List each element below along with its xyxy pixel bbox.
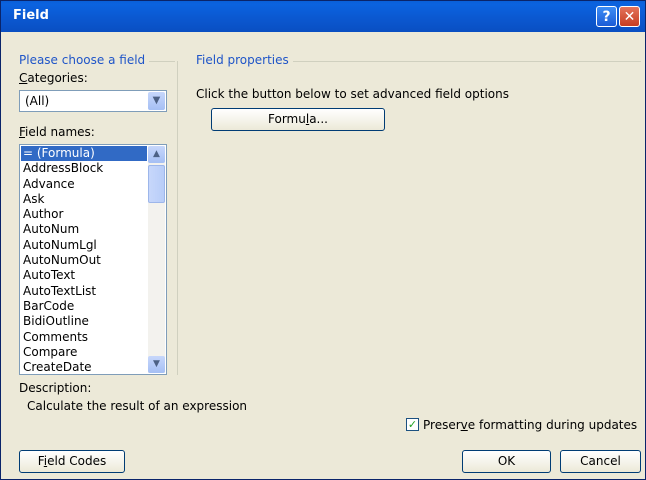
formula-button[interactable]: Formula... bbox=[211, 108, 385, 131]
window-title: Field bbox=[13, 8, 49, 23]
close-button[interactable]: ✕ bbox=[619, 6, 640, 27]
ok-button[interactable]: OK bbox=[462, 450, 551, 473]
close-icon: ✕ bbox=[623, 9, 636, 25]
list-item[interactable]: AutoNumLgl bbox=[21, 238, 147, 253]
field-options-instructions: Click the button below to set advanced f… bbox=[196, 87, 509, 101]
list-item[interactable]: AutoTextList bbox=[21, 284, 147, 299]
help-button[interactable]: ? bbox=[596, 6, 617, 27]
preserve-formatting-checkbox[interactable]: ✓ bbox=[406, 418, 419, 431]
categories-value: (All) bbox=[25, 94, 50, 108]
divider bbox=[293, 61, 641, 62]
list-item[interactable]: BidiOutline bbox=[21, 314, 147, 329]
checkmark-icon: ✓ bbox=[407, 418, 418, 431]
field-codes-button[interactable]: Field Codes bbox=[19, 450, 125, 473]
title-bar[interactable]: Field ? ✕ bbox=[1, 1, 645, 32]
categories-dropdown[interactable]: (All) ▼ bbox=[19, 90, 167, 112]
list-item[interactable]: Advance bbox=[21, 177, 147, 192]
list-item[interactable]: Comments bbox=[21, 330, 147, 345]
chevron-down-icon[interactable]: ▼ bbox=[148, 92, 165, 110]
field-properties-group-title: Field properties bbox=[196, 53, 289, 67]
cancel-button[interactable]: Cancel bbox=[560, 450, 641, 473]
divider bbox=[149, 61, 175, 62]
description-label: Description: bbox=[19, 381, 92, 395]
field-names-list[interactable]: = (Formula) AddressBlock Advance Ask Author A… bbox=[19, 144, 167, 375]
arrow-up-icon[interactable]: ▲ bbox=[148, 146, 165, 163]
field-names-label: Field names: bbox=[19, 125, 95, 139]
preserve-formatting-label[interactable]: Preserve formatting during updates bbox=[423, 418, 637, 432]
help-icon: ? bbox=[602, 9, 611, 25]
list-item[interactable]: CreateDate bbox=[21, 360, 147, 374]
list-item[interactable]: BarCode bbox=[21, 299, 147, 314]
description-text: Calculate the result of an expression bbox=[27, 399, 248, 413]
list-item[interactable]: Compare bbox=[21, 345, 147, 360]
arrow-down-icon[interactable]: ▼ bbox=[148, 356, 165, 373]
scrollbar-thumb[interactable] bbox=[148, 165, 165, 203]
list-item[interactable]: = (Formula) bbox=[21, 146, 147, 162]
list-item[interactable]: AddressBlock bbox=[21, 161, 147, 176]
choose-field-group-title: Please choose a field bbox=[19, 53, 146, 67]
field-dialog: Field ? ✕ Please choose a field Categori… bbox=[0, 0, 646, 480]
field-names-items: = (Formula) AddressBlock Advance Ask Author A… bbox=[21, 146, 147, 374]
list-item[interactable]: Ask bbox=[21, 192, 147, 207]
list-item[interactable]: AutoText bbox=[21, 268, 147, 283]
list-item[interactable]: Author bbox=[21, 207, 147, 222]
field-names-scrollbar[interactable]: ▲ ▼ bbox=[148, 146, 165, 373]
group-separator bbox=[177, 61, 178, 375]
list-item[interactable]: AutoNum bbox=[21, 222, 147, 237]
categories-label: Categories: bbox=[19, 71, 88, 85]
list-item[interactable]: AutoNumOut bbox=[21, 253, 147, 268]
